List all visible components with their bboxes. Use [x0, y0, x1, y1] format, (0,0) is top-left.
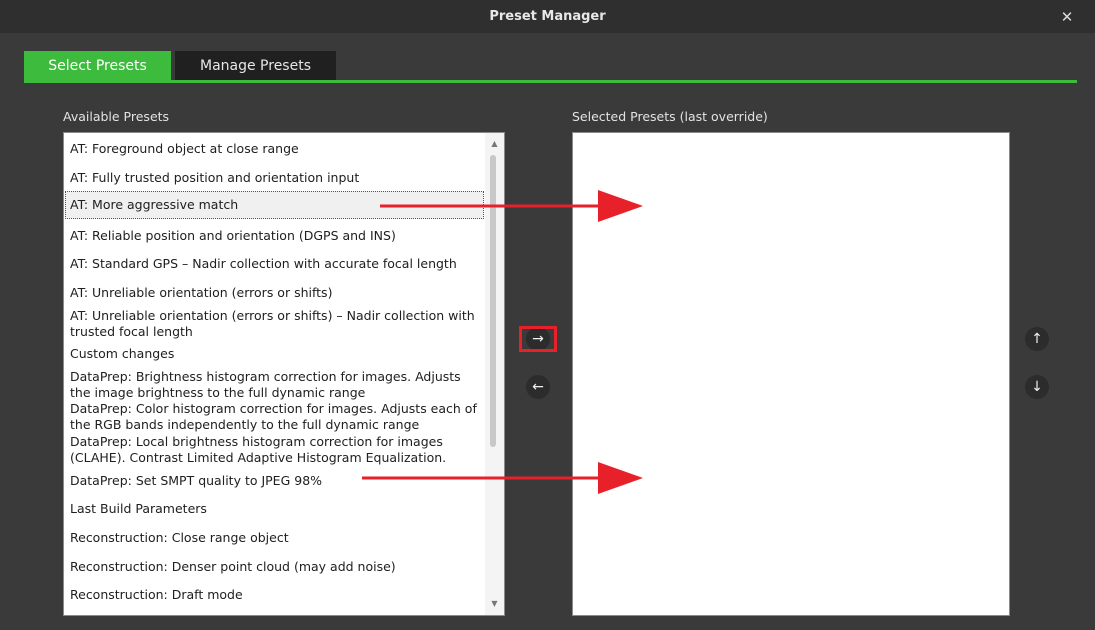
list-item[interactable]: DataPrep: Set SMPT quality to JPEG 98% — [65, 473, 484, 489]
window-title: Preset Manager — [489, 9, 606, 24]
tab-manage-presets[interactable]: Manage Presets — [175, 51, 336, 81]
move-down-button[interactable]: ↓ — [1025, 375, 1049, 399]
list-item[interactable]: AT: Fully trusted position and orientati… — [65, 170, 484, 186]
tab-underline — [24, 80, 1077, 83]
list-item[interactable]: Reconstruction: Close range object — [65, 530, 484, 546]
list-item[interactable]: Last Build Parameters — [65, 501, 484, 517]
list-item[interactable]: DataPrep: Brightness histogram correctio… — [65, 369, 481, 401]
scroll-thumb[interactable] — [490, 155, 496, 447]
list-item[interactable]: Reconstruction: Denser point cloud (may … — [65, 559, 484, 575]
remove-preset-button[interactable]: ← — [526, 375, 550, 399]
list-item-selected[interactable]: AT: More aggressive match — [65, 191, 484, 219]
available-presets-label: Available Presets — [63, 109, 170, 124]
list-item[interactable]: DataPrep: Color histogram correction for… — [65, 401, 481, 433]
move-up-button[interactable]: ↑ — [1025, 327, 1049, 351]
list-item[interactable]: AT: Foreground object at close range — [65, 141, 484, 157]
list-item[interactable]: AT: Reliable position and orientation (D… — [65, 228, 484, 244]
scroll-up-icon[interactable]: ▲ — [485, 137, 504, 151]
list-item[interactable]: DataPrep: Local brightness histogram cor… — [65, 434, 481, 466]
list-item[interactable]: Reconstruction: Draft mode — [65, 587, 484, 603]
selected-presets-label: Selected Presets (last override) — [572, 109, 768, 124]
available-presets-list[interactable]: AT: Foreground object at close range AT:… — [63, 132, 505, 616]
close-icon[interactable]: ✕ — [1058, 8, 1076, 26]
available-list-scrollbar[interactable]: ▲ ▼ — [485, 133, 504, 615]
list-item[interactable]: AT: Unreliable orientation (errors or sh… — [65, 285, 484, 301]
list-item[interactable]: Custom changes — [65, 346, 484, 362]
list-item[interactable]: AT: Standard GPS – Nadir collection with… — [65, 256, 484, 272]
add-preset-button[interactable]: → — [526, 327, 550, 351]
list-item[interactable]: AT: Unreliable orientation (errors or sh… — [65, 308, 475, 340]
selected-presets-list[interactable] — [572, 132, 1010, 616]
tab-select-presets[interactable]: Select Presets — [24, 51, 171, 81]
scroll-down-icon[interactable]: ▼ — [485, 597, 504, 611]
title-bar: Preset Manager ✕ — [0, 0, 1095, 33]
